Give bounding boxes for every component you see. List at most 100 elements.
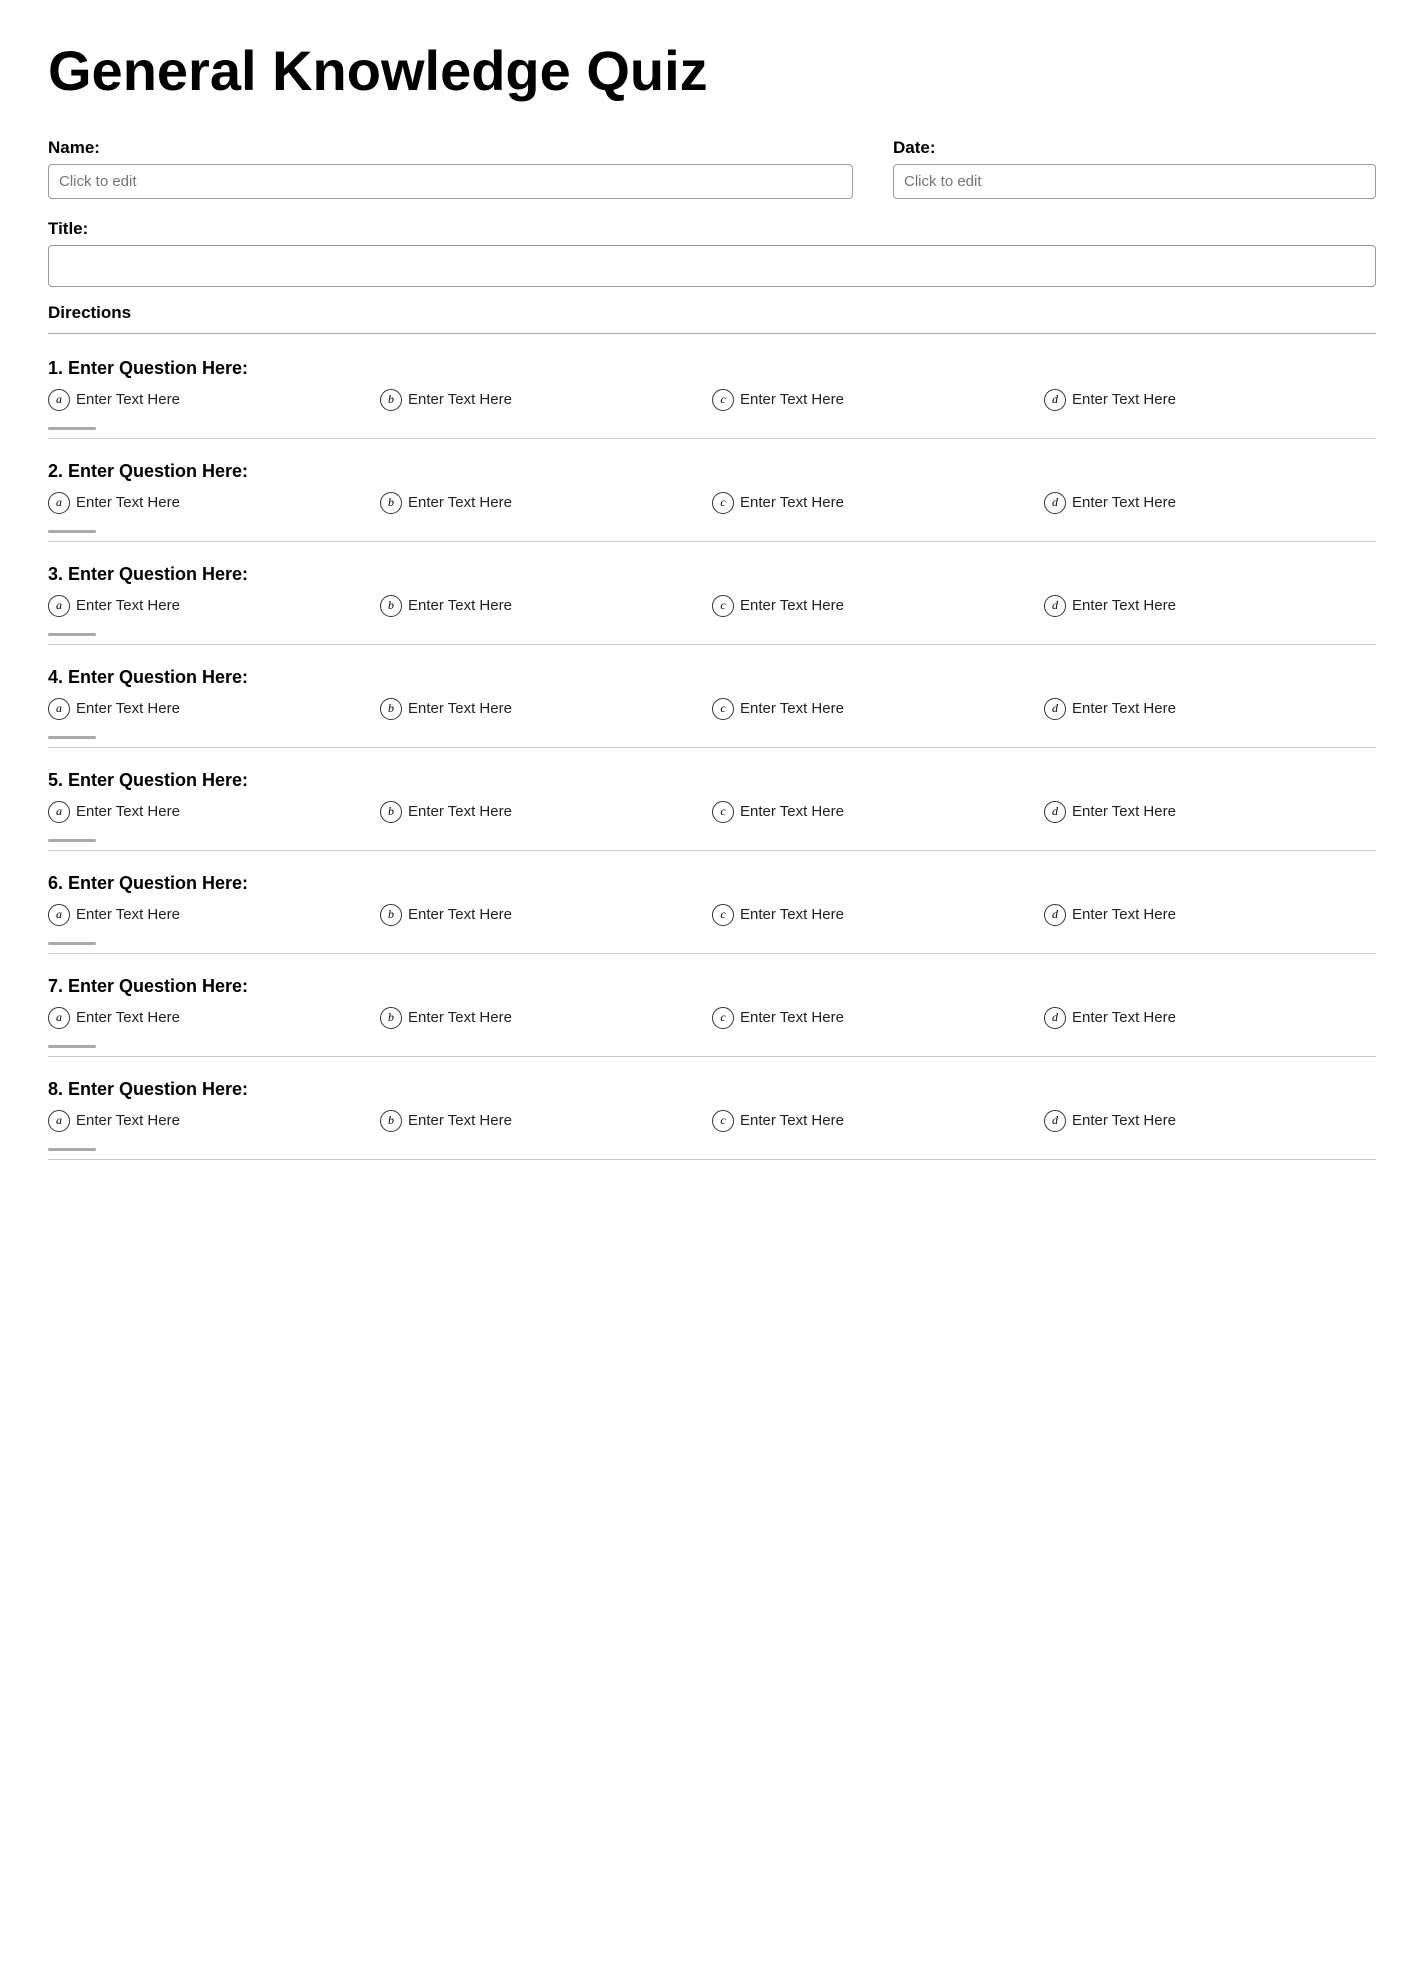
question-3-option-d[interactable]: d Enter Text Here (1044, 595, 1376, 617)
question-2-option-d[interactable]: d Enter Text Here (1044, 492, 1376, 514)
option-d-text[interactable]: Enter Text Here (1072, 700, 1176, 717)
question-4-header[interactable]: 4. Enter Question Here: (48, 667, 1376, 688)
option-b-text[interactable]: Enter Text Here (408, 700, 512, 717)
question-2-divider (48, 541, 1376, 542)
question-4-option-d[interactable]: dEnter Text Here (1044, 698, 1376, 720)
question-5-option-a[interactable]: a Enter Text Here (48, 801, 380, 823)
option-b-text[interactable]: Enter Text Here (408, 1112, 512, 1129)
question-3-option-c[interactable]: c Enter Text Here (712, 595, 1044, 617)
question-6-header[interactable]: 6. Enter Question Here: (48, 873, 1376, 894)
option-a-bubble: a (48, 801, 70, 823)
option-b-text[interactable]: Enter Text Here (408, 803, 512, 820)
option-c-text[interactable]: Enter Text Here (740, 597, 844, 614)
option-b-text[interactable]: Enter Text Here (408, 597, 512, 614)
option-c-text[interactable]: Enter Text Here (740, 391, 844, 408)
option-b-text[interactable]: Enter Text Here (408, 494, 512, 511)
option-a-bubble: a (48, 698, 70, 720)
question-7-option-a[interactable]: aEnter Text Here (48, 1007, 380, 1029)
option-b-text[interactable]: Enter Text Here (408, 391, 512, 408)
question-6-option-a[interactable]: aEnter Text Here (48, 904, 380, 926)
question-3-option-b[interactable]: bEnter Text Here (380, 595, 712, 617)
option-a-text[interactable]: Enter Text Here (76, 906, 180, 923)
question-3-block: 3. Enter Question Here: aEnter Text Hereb… (48, 564, 1376, 645)
question-1-option-a[interactable]: aEnter Text Here (48, 389, 380, 411)
question-5-block: 5. Enter Question Here:aEnter Text Hereb… (48, 770, 1376, 851)
option-d-text[interactable]: Enter Text Here (1072, 391, 1176, 408)
option-b-text[interactable]: Enter Text Here (408, 906, 512, 923)
title-input[interactable] (48, 245, 1376, 287)
question-8-option-a[interactable]: aEnter Text Here (48, 1110, 380, 1132)
option-a-text[interactable]: Enter Text Here (76, 803, 180, 820)
question-5-header[interactable]: 5. Enter Question Here: (48, 770, 1376, 791)
option-d-bubble: d (1044, 492, 1066, 514)
question-2-option-a[interactable]: aEnter Text Here (48, 492, 380, 514)
option-d-text[interactable]: Enter Text Here (1072, 1009, 1176, 1026)
option-d-text[interactable]: Enter Text Here (1072, 906, 1176, 923)
question-8-header[interactable]: 8. Enter Question Here: (48, 1079, 1376, 1100)
option-d-bubble: d (1044, 904, 1066, 926)
option-c-text[interactable]: Enter Text Here (740, 906, 844, 923)
question-7-option-b[interactable]: bEnter Text Here (380, 1007, 712, 1029)
option-b-bubble: b (380, 698, 402, 720)
question-3-option-a[interactable]: aEnter Text Here (48, 595, 380, 617)
question-1-option-b[interactable]: bEnter Text Here (380, 389, 712, 411)
question-8-answers-row: aEnter Text HerebEnter Text HerecEnter T… (48, 1110, 1376, 1132)
question-8-option-d[interactable]: dEnter Text Here (1044, 1110, 1376, 1132)
question-4-divider (48, 747, 1376, 748)
question-4-option-c[interactable]: cEnter Text Here (712, 698, 1044, 720)
question-2-block: 2. Enter Question Here: aEnter Text Hereb… (48, 461, 1376, 542)
option-c-text[interactable]: Enter Text Here (740, 803, 844, 820)
question-4-answers-row: aEnter Text HerebEnter Text HerecEnter T… (48, 698, 1376, 720)
option-c-bubble: c (712, 801, 734, 823)
question-5-option-b[interactable]: bEnter Text Here (380, 801, 712, 823)
name-input[interactable] (48, 164, 853, 199)
question-1-option-c[interactable]: cEnter Text Here (712, 389, 1044, 411)
question-5-option-c[interactable]: c Enter Text Here (712, 801, 1044, 823)
question-8-option-b[interactable]: bEnter Text Here (380, 1110, 712, 1132)
option-a-text[interactable]: Enter Text Here (76, 1009, 180, 1026)
question-4-option-a[interactable]: a Enter Text Here (48, 698, 380, 720)
question-5-option-d[interactable]: dEnter Text Here (1044, 801, 1376, 823)
option-c-bubble: c (712, 1007, 734, 1029)
option-a-text[interactable]: Enter Text Here (76, 391, 180, 408)
option-c-text[interactable]: Enter Text Here (740, 1112, 844, 1129)
question-2-option-b[interactable]: bEnter Text Here (380, 492, 712, 514)
option-d-bubble: d (1044, 595, 1066, 617)
option-d-text[interactable]: Enter Text Here (1072, 803, 1176, 820)
option-a-text[interactable]: Enter Text Here (76, 1112, 180, 1129)
question-8-footer (48, 1142, 1376, 1160)
question-6-footer (48, 936, 1376, 954)
question-7-option-c[interactable]: c Enter Text Here (712, 1007, 1044, 1029)
title-label: Title: (48, 219, 1376, 239)
option-c-bubble: c (712, 904, 734, 926)
option-c-text[interactable]: Enter Text Here (740, 1009, 844, 1026)
option-b-text[interactable]: Enter Text Here (408, 1009, 512, 1026)
option-d-text[interactable]: Enter Text Here (1072, 1112, 1176, 1129)
question-2-option-c[interactable]: cEnter Text Here (712, 492, 1044, 514)
option-a-text[interactable]: Enter Text Here (76, 597, 180, 614)
question-1-option-d[interactable]: dEnter Text Here (1044, 389, 1376, 411)
question-1-underline (48, 427, 96, 430)
question-8-underline (48, 1148, 96, 1151)
date-input[interactable] (893, 164, 1376, 199)
option-d-text[interactable]: Enter Text Here (1072, 494, 1176, 511)
question-1-header[interactable]: 1. Enter Question Here: (48, 358, 1376, 379)
option-c-bubble: c (712, 595, 734, 617)
option-d-text[interactable]: Enter Text Here (1072, 597, 1176, 614)
question-7-option-d[interactable]: dEnter Text Here (1044, 1007, 1376, 1029)
question-6-underline (48, 942, 96, 945)
option-c-text[interactable]: Enter Text Here (740, 700, 844, 717)
question-4-option-b[interactable]: b Enter Text Here (380, 698, 712, 720)
question-8-option-c[interactable]: cEnter Text Here (712, 1110, 1044, 1132)
question-6-option-b[interactable]: b Enter Text Here (380, 904, 712, 926)
question-3-header[interactable]: 3. Enter Question Here: (48, 564, 1376, 585)
option-c-text[interactable]: Enter Text Here (740, 494, 844, 511)
question-7-header[interactable]: 7. Enter Question Here: (48, 976, 1376, 997)
option-b-bubble: b (380, 904, 402, 926)
option-a-text[interactable]: Enter Text Here (76, 494, 180, 511)
question-2-header[interactable]: 2. Enter Question Here: (48, 461, 1376, 482)
question-6-option-d[interactable]: d Enter Text Here (1044, 904, 1376, 926)
question-6-answers-row: aEnter Text Hereb Enter Text Here c Enter T… (48, 904, 1376, 926)
question-6-option-c[interactable]: c Enter Text Here (712, 904, 1044, 926)
option-a-text[interactable]: Enter Text Here (76, 700, 180, 717)
